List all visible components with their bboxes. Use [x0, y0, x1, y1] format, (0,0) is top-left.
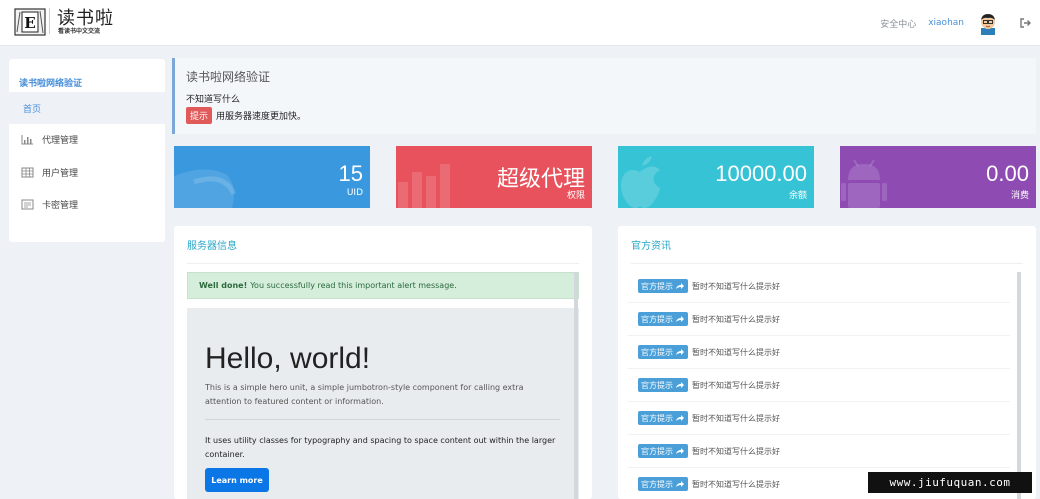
- stat-label: UID: [346, 188, 363, 198]
- table-icon: [21, 167, 34, 177]
- jumbotron-title: Hello, world!: [205, 342, 371, 375]
- sidebar-item-label: 首页: [23, 104, 42, 115]
- news-list: 官方提示 暂时不知道写什么提示好 官方提示 暂时不知道写什么提示好 官方提示 暂…: [628, 270, 1010, 499]
- news-text: 暂时不知道写什么提示好: [692, 314, 780, 324]
- learn-more-button[interactable]: Learn more: [205, 468, 269, 492]
- news-text: 暂时不知道写什么提示好: [692, 446, 780, 456]
- news-text: 暂时不知道写什么提示好: [692, 413, 780, 423]
- share-icon: [676, 316, 684, 322]
- list-item[interactable]: 官方提示 暂时不知道写什么提示好: [628, 336, 1010, 369]
- tip-badge: 提示: [186, 107, 213, 124]
- notice-text: 不知道写什么: [186, 95, 241, 105]
- news-badge: 官方提示: [638, 378, 688, 392]
- scrollbar[interactable]: [574, 272, 578, 499]
- news-badge: 官方提示: [638, 312, 688, 326]
- sidebar-item-home[interactable]: 首页: [9, 92, 165, 124]
- list-item[interactable]: 官方提示 暂时不知道写什么提示好: [628, 270, 1010, 303]
- server-info-panel: 服务器信息 Well done! You successfully read t…: [174, 226, 592, 499]
- success-alert: Well done! You successfully read this im…: [187, 272, 579, 299]
- stat-label: 权限: [566, 191, 585, 201]
- news-panel: 官方资讯 官方提示 暂时不知道写什么提示好 官方提示 暂时不知道写什么提示好 官…: [618, 226, 1036, 499]
- avatar[interactable]: [976, 11, 1000, 35]
- news-text: 暂时不知道写什么提示好: [692, 479, 780, 489]
- stat-value: 15: [338, 161, 363, 186]
- watermark: www.jiufuquan.com: [868, 472, 1032, 493]
- share-icon: [676, 349, 684, 355]
- security-center-link[interactable]: 安全中心: [880, 17, 916, 30]
- jumbotron-body: It uses utility classes for typography a…: [205, 436, 556, 459]
- news-text: 暂时不知道写什么提示好: [692, 380, 780, 390]
- stat-label: 余额: [788, 191, 807, 201]
- logo-divider: [49, 8, 50, 34]
- stat-label: 消费: [1010, 191, 1029, 201]
- sidebar-item-agents[interactable]: 代理管理: [9, 123, 165, 155]
- stat-card-spent: 0.00 消费: [840, 146, 1036, 208]
- divider: [205, 419, 560, 420]
- bar-chart-icon: [21, 134, 33, 144]
- sidebar: 读书啦网络验证 首页 代理管理 用户管理 卡密管理: [9, 59, 165, 242]
- site-logo[interactable]: E: [14, 6, 46, 38]
- jumbotron: Hello, world! This is a simple hero unit…: [187, 308, 579, 499]
- share-icon: [676, 283, 684, 289]
- notice-title: 读书啦网络验证: [186, 70, 271, 84]
- top-header: E 读书啦 看读书中文交流 安全中心 xiaohan: [0, 0, 1040, 46]
- notice-panel: 读书啦网络验证 不知道写什么 提示 用服务器速度更加快。: [172, 58, 1036, 134]
- scrollbar[interactable]: [1017, 272, 1021, 499]
- share-icon: [676, 415, 684, 421]
- news-text: 暂时不知道写什么提示好: [692, 347, 780, 357]
- list-item[interactable]: 官方提示 暂时不知道写什么提示好: [628, 369, 1010, 402]
- sidebar-item-cards[interactable]: 卡密管理: [9, 188, 165, 220]
- list-item[interactable]: 官方提示 暂时不知道写什么提示好: [628, 303, 1010, 336]
- logout-icon[interactable]: [1018, 16, 1032, 30]
- share-icon: [676, 448, 684, 454]
- tip-text: 用服务器速度更加快。: [216, 112, 307, 122]
- news-badge: 官方提示: [638, 411, 688, 425]
- stat-value: 10000.00: [715, 161, 807, 186]
- notice-tip: 提示 用服务器速度更加快。: [186, 107, 306, 124]
- news-badge: 官方提示: [638, 477, 688, 491]
- alert-bold: Well done!: [199, 281, 248, 290]
- username-link[interactable]: xiaohan: [928, 18, 964, 28]
- list-item[interactable]: 官方提示 暂时不知道写什么提示好: [628, 435, 1010, 468]
- stat-card-role: 超级代理 权限: [396, 146, 592, 208]
- sidebar-item-label: 用户管理: [42, 168, 79, 179]
- list-item[interactable]: 官方提示 暂时不知道写什么提示好: [628, 402, 1010, 435]
- site-subtitle: 看读书中文交流: [58, 28, 101, 35]
- news-badge: 官方提示: [638, 444, 688, 458]
- header-actions: 安全中心 xiaohan: [880, 0, 1032, 46]
- card-icon: [21, 199, 34, 209]
- jumbotron-lead: This is a simple hero unit, a simple jum…: [205, 383, 524, 406]
- stat-card-balance: 10000.00 余额: [618, 146, 814, 208]
- sidebar-title: 读书啦网络验证: [19, 79, 83, 89]
- stat-value: 0.00: [986, 161, 1029, 186]
- share-icon: [676, 382, 684, 388]
- sidebar-item-users[interactable]: 用户管理: [9, 156, 165, 188]
- sidebar-item-label: 代理管理: [42, 135, 79, 146]
- share-icon: [676, 481, 684, 487]
- logo-letter: E: [24, 14, 35, 32]
- sidebar-item-label: 卡密管理: [42, 200, 79, 211]
- panel-title: 服务器信息: [187, 226, 579, 264]
- news-text: 暂时不知道写什么提示好: [692, 281, 780, 291]
- news-badge: 官方提示: [638, 345, 688, 359]
- stat-card-uid: 15 UID: [174, 146, 370, 208]
- news-badge: 官方提示: [638, 279, 688, 293]
- alert-text: You successfully read this important ale…: [250, 281, 457, 290]
- panel-title: 官方资讯: [631, 226, 1023, 264]
